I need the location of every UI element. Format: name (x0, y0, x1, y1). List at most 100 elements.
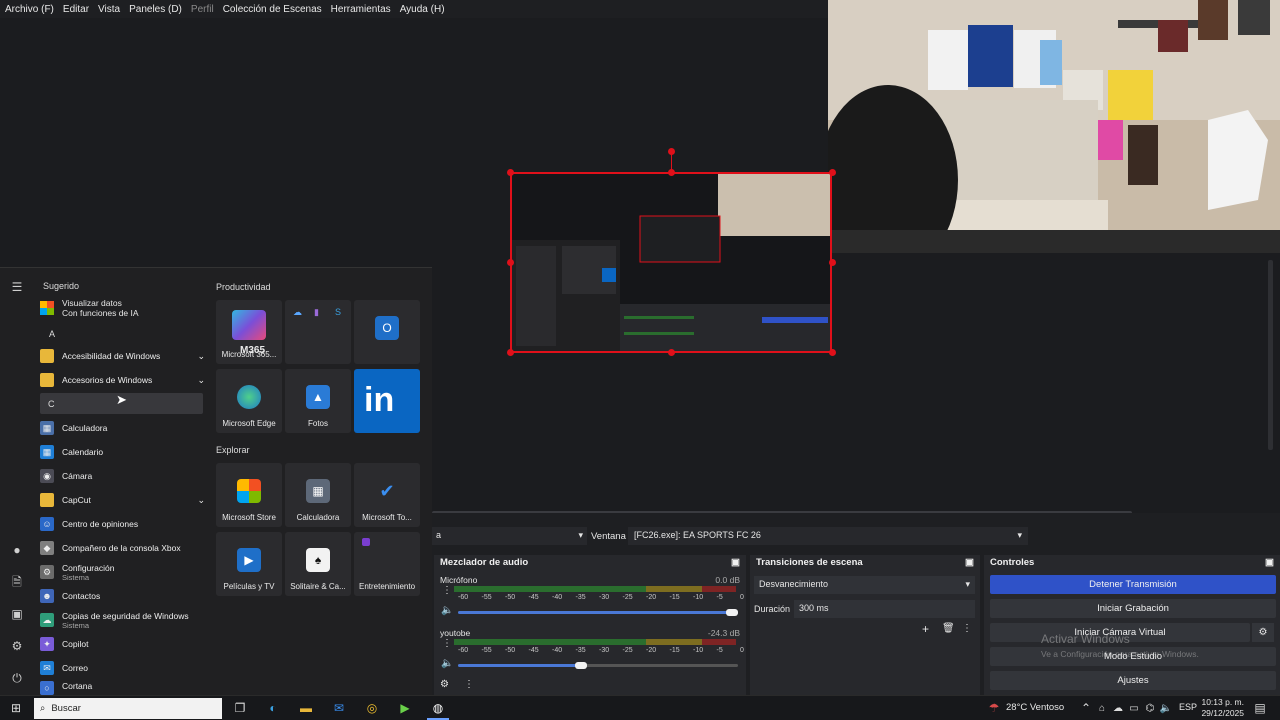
selected-source-preview[interactable] (510, 172, 832, 353)
dock-float-icon[interactable]: ▣ (731, 557, 740, 568)
source-dropdown[interactable]: a ▾ (432, 527, 587, 545)
hamburger-icon[interactable]: ☰ (9, 279, 25, 295)
menu-perfil[interactable]: Perfil (191, 4, 214, 15)
kebab-menu-icon[interactable]: ⋮ (442, 585, 452, 596)
app-item[interactable]: ▦ Calculadora (40, 417, 205, 439)
tile-peliculas-tv[interactable]: ▶ Películas y TV (216, 532, 282, 596)
outlook-taskbar-icon[interactable]: ✉ (331, 700, 347, 716)
resize-handle-bottom[interactable] (668, 349, 675, 356)
tile-office-group[interactable]: ☁ ▮ S (285, 300, 351, 364)
trash-icon[interactable]: 🗑 (942, 623, 955, 634)
tray-chevron-up-icon[interactable]: ⌃ (1078, 700, 1094, 716)
menu-editar[interactable]: Editar (63, 4, 89, 15)
tile-linkedin[interactable]: in (354, 369, 420, 433)
windows-start-icon[interactable]: ⊞ (8, 700, 24, 716)
resize-handle-tr[interactable] (829, 169, 836, 176)
add-icon[interactable]: + (922, 622, 929, 636)
suggested-item[interactable]: Visualizar datos Con funciones de IA (40, 296, 205, 320)
resize-handle-bl[interactable] (507, 349, 514, 356)
app-item[interactable]: ☻ Contactos (40, 585, 205, 607)
resize-handle-top[interactable] (668, 169, 675, 176)
chrome-taskbar-icon[interactable]: ◎ (364, 700, 380, 716)
tile-microsoft-todo[interactable]: ✔ Microsoft To... (354, 463, 420, 527)
gear-icon[interactable]: ⚙ (9, 638, 25, 654)
menu-herramientas[interactable]: Herramientas (331, 4, 391, 15)
speaker-icon[interactable]: 🔈 (441, 605, 453, 616)
tray-icon[interactable]: ⌂ (1094, 700, 1110, 716)
dock-float-icon[interactable]: ▣ (1265, 557, 1274, 568)
app-item[interactable]: Accesorios de Windows ⌄ (40, 369, 205, 391)
kebab-menu-icon[interactable]: ⋮ (442, 638, 452, 649)
duration-spinbox[interactable]: 300 ms (794, 600, 975, 618)
document-icon[interactable]: 🗎 (9, 574, 25, 590)
letter-header-a[interactable]: A (49, 329, 55, 339)
app-item[interactable]: ☁ Copias de seguridad de Windows Sistema (40, 609, 205, 631)
menu-archivo[interactable]: Archivo (F) (5, 4, 54, 15)
app-item[interactable]: ✦ Copilot (40, 633, 205, 655)
game-taskbar-icon[interactable]: ▶ (397, 700, 413, 716)
transition-select[interactable]: Desvanecimiento ▾ (754, 576, 975, 594)
menu-coleccion-escenas[interactable]: Colección de Escenas (223, 4, 322, 15)
language-indicator[interactable]: ESP (1179, 702, 1197, 712)
start-recording-button[interactable]: Iniciar Grabación (990, 599, 1276, 618)
weather-icon[interactable]: ☂ (986, 700, 1002, 716)
edge-taskbar-icon[interactable]: ◐ (265, 700, 281, 716)
app-item[interactable]: ◉ Cámara (40, 465, 205, 487)
resize-handle-left[interactable] (507, 259, 514, 266)
tile-entretenimiento[interactable]: Entretenimiento (354, 532, 420, 596)
tile-microsoft-store[interactable]: Microsoft Store (216, 463, 282, 527)
controls-title: Controles (990, 557, 1035, 568)
dock-float-icon[interactable]: ▣ (965, 557, 974, 568)
tile-solitaire[interactable]: ♠ Solitaire & Ca... (285, 532, 351, 596)
menu-ayuda[interactable]: Ayuda (H) (400, 4, 445, 15)
virtual-camera-settings-icon[interactable]: ⚙ (1252, 623, 1274, 642)
tile-fotos[interactable]: ▲ Fotos (285, 369, 351, 433)
volume-knob[interactable] (726, 609, 739, 616)
resize-handle-br[interactable] (829, 349, 836, 356)
file-explorer-icon[interactable]: ▬ (298, 700, 314, 716)
volume-slider[interactable] (458, 611, 738, 614)
solitaire-icon: ♠ (306, 548, 330, 572)
settings-button[interactable]: Ajustes (990, 671, 1276, 690)
app-item[interactable]: CapCut ⌄ (40, 489, 205, 511)
stop-streaming-button[interactable]: Detener Transmisión (990, 575, 1276, 594)
onedrive-tray-icon[interactable]: ☁ (1110, 700, 1126, 716)
app-item[interactable]: Accesibilidad de Windows ⌄ (40, 345, 205, 367)
window-select[interactable]: [FC26.exe]: EA SPORTS FC 26 ▾ (628, 527, 1028, 545)
obs-taskbar-icon[interactable]: ◍ (430, 700, 446, 716)
preview-vertical-scrollbar[interactable] (1268, 260, 1273, 450)
app-item[interactable]: ⚙ Configuración Sistema (40, 561, 205, 583)
tile-microsoft-edge[interactable]: Microsoft Edge (216, 369, 282, 433)
folder-icon (40, 493, 54, 507)
tile-microsoft-365[interactable]: M365 Microsoft 365... (216, 300, 282, 364)
clock[interactable]: 10:13 p. m. 29/12/2025 (1200, 697, 1244, 719)
notifications-icon[interactable]: ▤ (1252, 700, 1268, 716)
app-item[interactable]: ▦ Calendario (40, 441, 205, 463)
resize-handle-right[interactable] (829, 259, 836, 266)
network-icon[interactable]: ⌬ (1142, 700, 1158, 716)
gear-icon[interactable]: ⚙ (440, 679, 449, 690)
volume-icon[interactable]: 🔈 (1158, 700, 1174, 716)
resize-handle-tl[interactable] (507, 169, 514, 176)
tile-calculadora[interactable]: ▦ Calculadora (285, 463, 351, 527)
pictures-icon[interactable]: ▣ (9, 606, 25, 622)
app-item[interactable]: ☺ Centro de opiniones (40, 513, 205, 535)
tile-outlook[interactable]: O (354, 300, 420, 364)
volume-slider[interactable] (458, 664, 738, 667)
kebab-menu-icon[interactable]: ⋮ (962, 623, 972, 634)
speaker-icon[interactable]: 🔈 (441, 658, 453, 669)
taskbar-search-box[interactable]: ⌕ Buscar (34, 698, 222, 719)
volume-knob[interactable] (575, 662, 588, 669)
kebab-menu-icon[interactable]: ⋮ (464, 679, 474, 690)
task-view-icon[interactable]: ❐ (232, 700, 248, 716)
app-item[interactable]: ✉ Correo (40, 657, 205, 679)
menu-vista[interactable]: Vista (98, 4, 120, 15)
app-item[interactable]: ◆ Compañero de la consola Xbox (40, 537, 205, 559)
weather-text[interactable]: 28°C Ventoso (1006, 702, 1064, 713)
power-icon[interactable]: ⏻ (9, 670, 25, 686)
webcam-source[interactable] (828, 0, 1280, 253)
app-item[interactable]: ○ Cortana (40, 681, 205, 696)
battery-icon[interactable]: ▭ (1126, 700, 1142, 716)
user-avatar-icon[interactable]: ● (9, 542, 25, 558)
menu-paneles[interactable]: Paneles (D) (129, 4, 182, 15)
